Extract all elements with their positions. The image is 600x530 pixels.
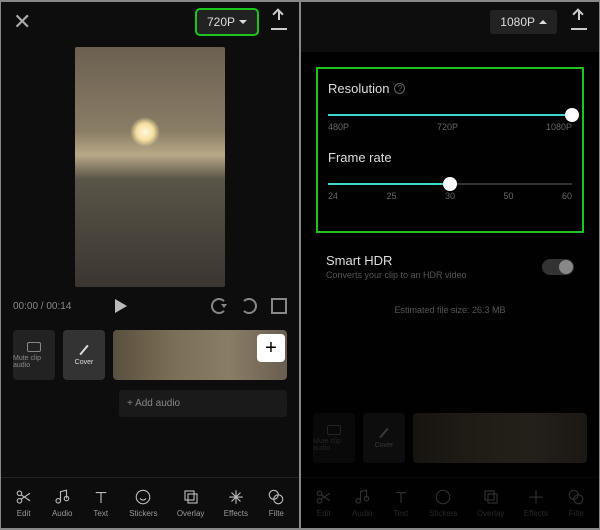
export-settings-panel: 1080P Resolution ? 480P 720P 1080P Frame… <box>301 2 599 528</box>
tool-stickers[interactable]: Stickers <box>129 488 157 518</box>
tool-edit[interactable]: Edit <box>15 488 33 518</box>
resolution-value: 720P <box>207 15 235 29</box>
framerate-slider[interactable] <box>328 183 572 185</box>
cover-button[interactable]: Cover <box>63 330 105 380</box>
time-display: 00:00 / 00:14 <box>13 301 71 312</box>
tool-effects[interactable]: Effects <box>224 488 248 518</box>
hdr-toggle[interactable] <box>542 259 574 275</box>
playback-controls: 00:00 / 00:14 <box>1 292 299 320</box>
resolution-button[interactable]: 720P <box>197 10 257 34</box>
undo-icon[interactable] <box>211 298 227 314</box>
settings-overlay: Resolution ? 480P 720P 1080P Frame rate … <box>301 52 599 528</box>
resolution-button[interactable]: 1080P <box>490 10 557 34</box>
add-clip-button[interactable]: + <box>257 334 285 362</box>
music-icon <box>53 488 71 506</box>
play-button[interactable] <box>115 299 127 313</box>
circles-icon <box>267 488 285 506</box>
editor-main-panel: ✕ 720P 00:00 / 00:14 Mute clip audio Cov… <box>1 2 299 528</box>
tool-audio[interactable]: Audio <box>52 488 72 518</box>
smile-icon <box>134 488 152 506</box>
resolution-framerate-group: Resolution ? 480P 720P 1080P Frame rate … <box>316 67 584 233</box>
add-audio-button[interactable]: + Add audio <box>119 390 287 417</box>
resolution-label: Resolution ? <box>328 81 572 96</box>
close-icon[interactable]: ✕ <box>13 9 31 35</box>
export-icon[interactable] <box>271 14 287 30</box>
bottom-toolbar: Edit Audio Text Stickers Overlay Effects… <box>1 477 299 528</box>
tool-overlay[interactable]: Overlay <box>177 488 205 518</box>
header: ✕ 720P <box>1 2 299 42</box>
resolution-value: 1080P <box>500 15 535 29</box>
overlay-icon <box>182 488 200 506</box>
pencil-icon <box>79 345 88 355</box>
chevron-up-icon <box>539 20 547 24</box>
help-icon[interactable]: ? <box>394 83 405 94</box>
hdr-label: Smart HDR <box>326 253 467 268</box>
hdr-description: Converts your clip to an HDR video <box>326 270 467 280</box>
slider-thumb[interactable] <box>565 108 579 122</box>
tool-text[interactable]: Text <box>92 488 110 518</box>
timeline: Mute clip audio Cover + <box>1 320 299 390</box>
resolution-ticks: 480P 720P 1080P <box>328 122 572 132</box>
resolution-slider[interactable] <box>328 114 572 116</box>
smart-hdr-row: Smart HDR Converts your clip to an HDR v… <box>316 248 584 285</box>
scissors-icon <box>15 488 33 506</box>
sparkle-icon <box>227 488 245 506</box>
text-icon <box>92 488 110 506</box>
mute-clip-button[interactable]: Mute clip audio <box>13 330 55 380</box>
speaker-mute-icon <box>27 342 41 352</box>
framerate-ticks: 24 25 30 50 60 <box>328 191 572 201</box>
fullscreen-icon[interactable] <box>271 298 287 314</box>
estimated-size: Estimated file size: 26.3 MB <box>316 305 584 315</box>
slider-thumb[interactable] <box>443 177 457 191</box>
video-preview[interactable] <box>75 47 225 287</box>
chevron-down-icon <box>239 20 247 24</box>
header: 1080P <box>301 2 599 42</box>
tool-filters[interactable]: Filte <box>267 488 285 518</box>
framerate-label: Frame rate <box>328 150 572 165</box>
export-icon[interactable] <box>571 14 587 30</box>
redo-icon[interactable] <box>241 298 257 314</box>
